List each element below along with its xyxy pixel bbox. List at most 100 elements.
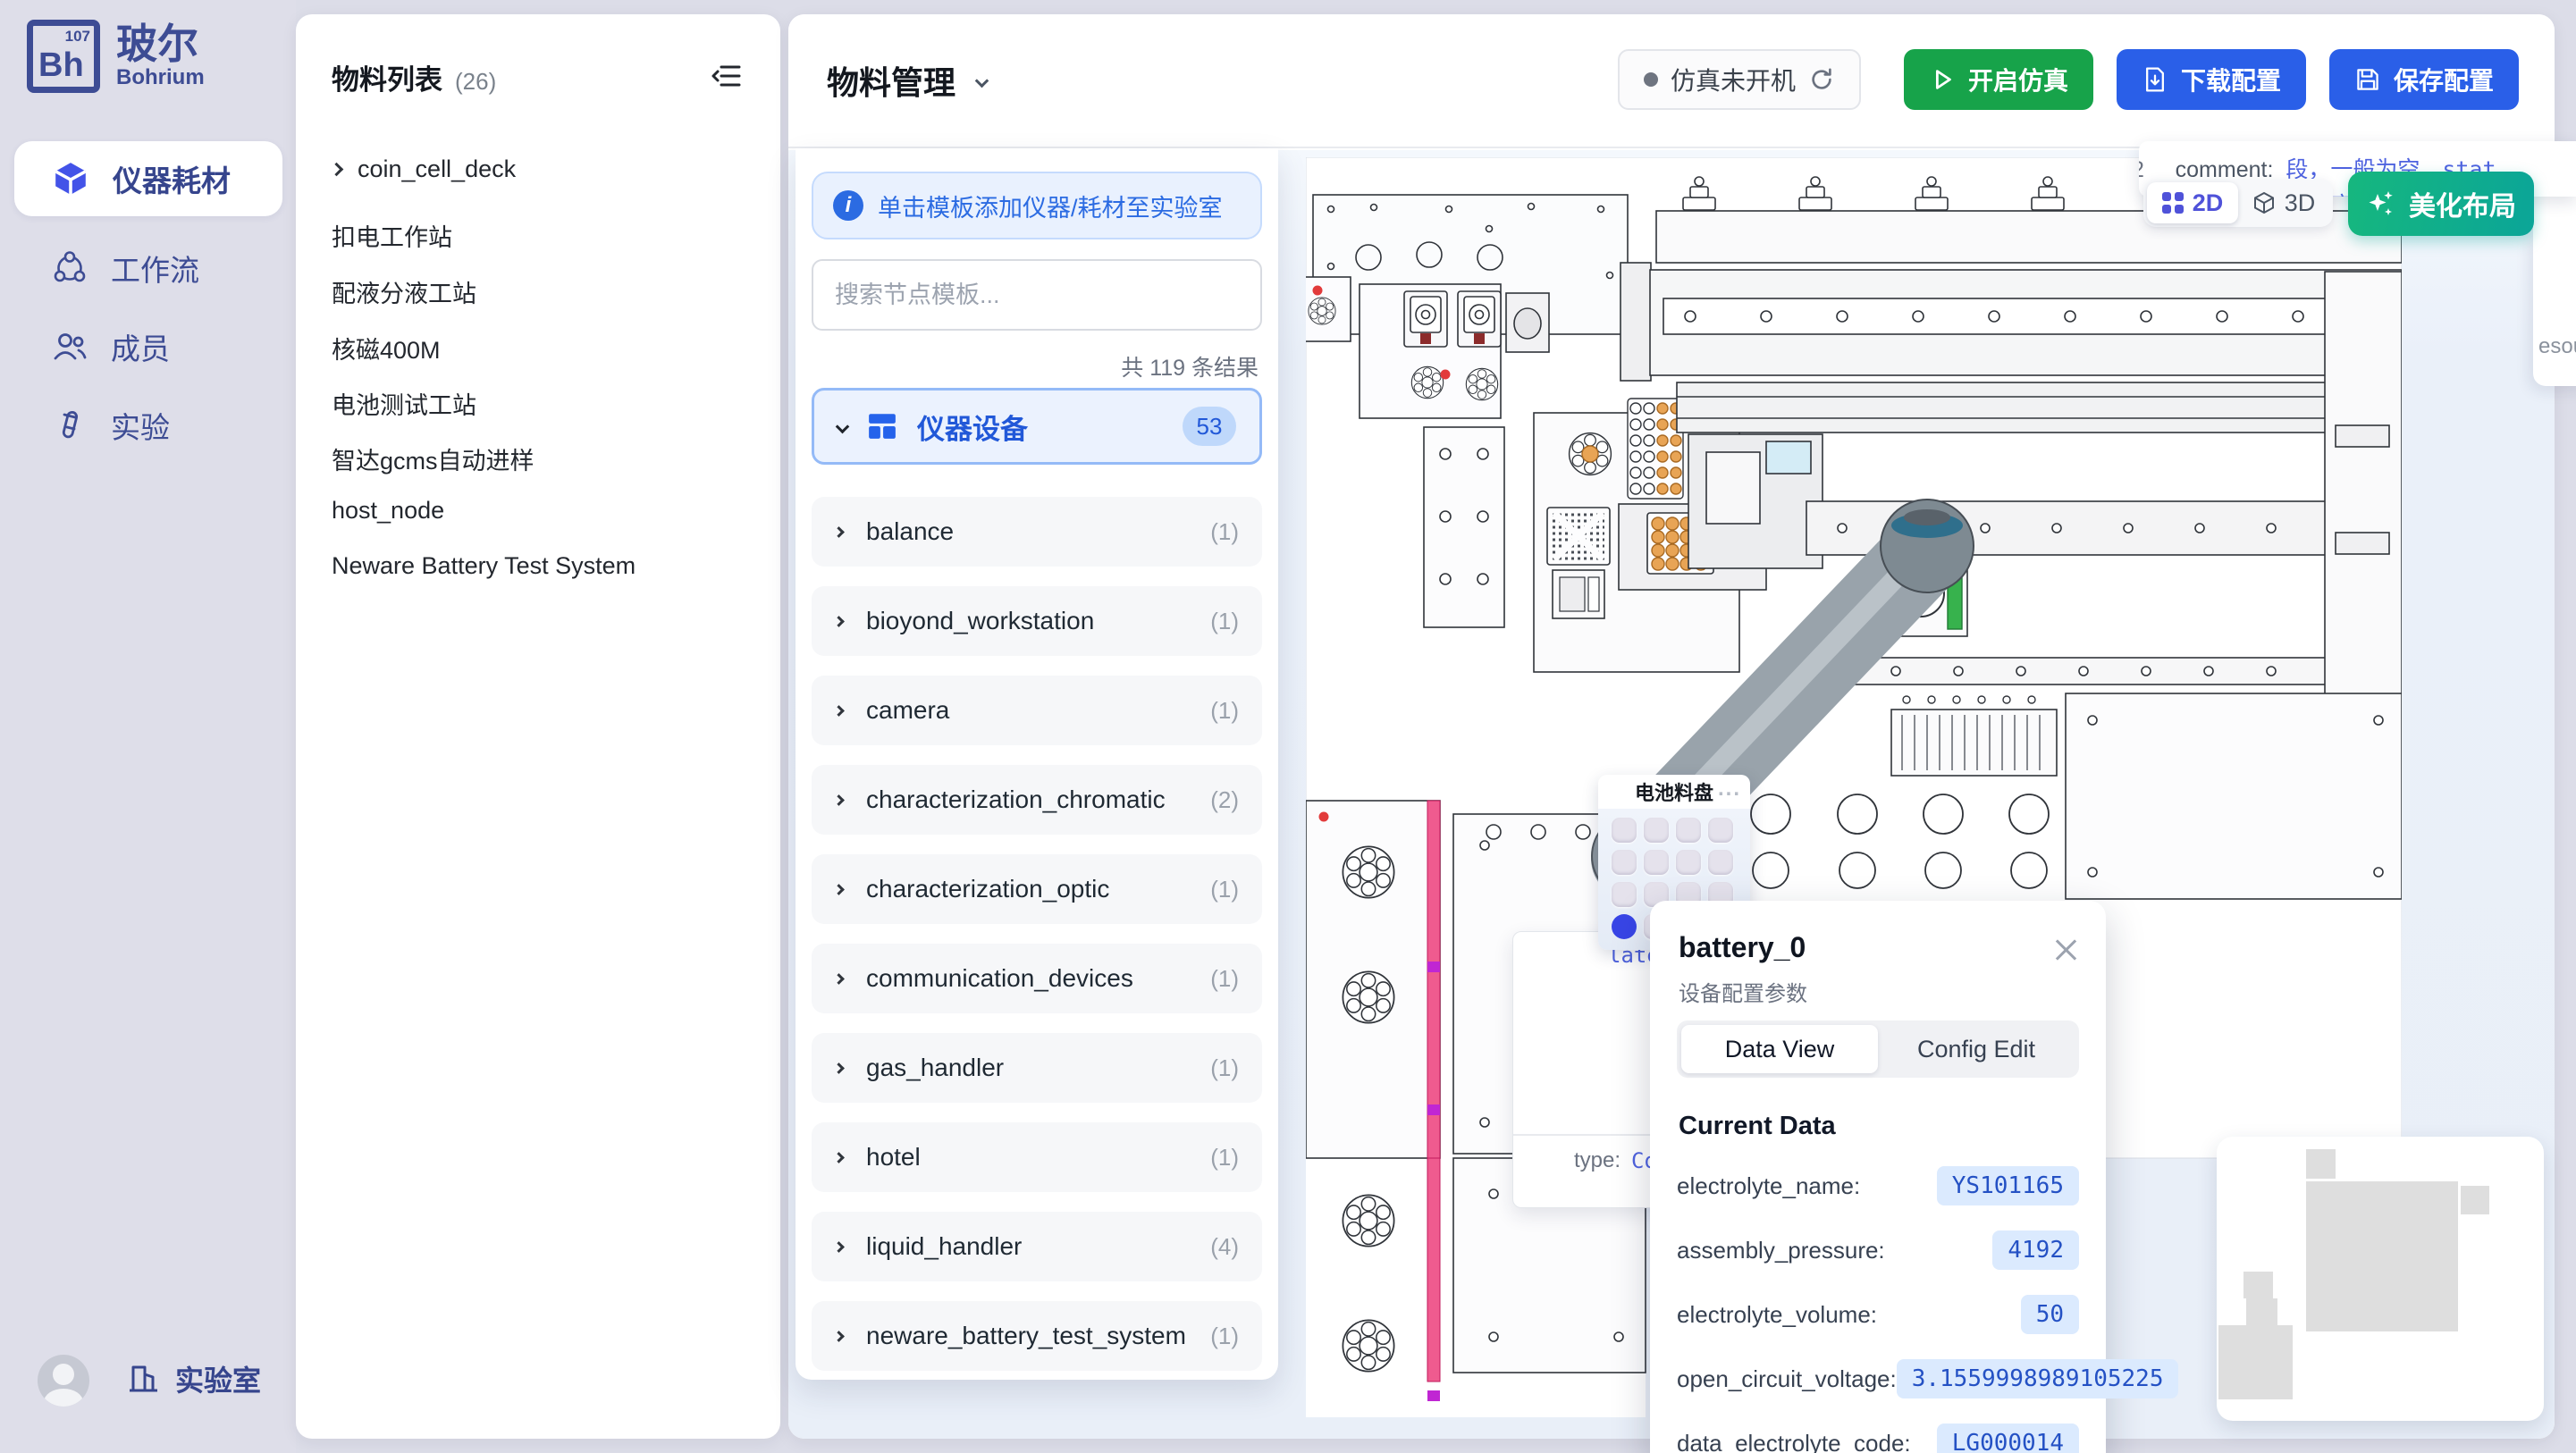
template-library-panel: i 单击模板添加仪器/耗材至实验室 共 119 条结果 仪器设备 53 bala… — [796, 148, 1278, 1380]
workflow-icon — [52, 250, 88, 286]
tray-menu-icon[interactable]: ... — [1718, 777, 1741, 802]
template-item-bioyond-workstation[interactable]: bioyond_workstation(1) — [812, 586, 1262, 656]
chevron-down-icon — [836, 419, 850, 433]
sidebar-item-instruments[interactable]: 仪器耗材 — [14, 141, 282, 216]
search-input[interactable] — [812, 259, 1262, 331]
collapse-panel-icon[interactable] — [711, 59, 745, 97]
tray-slot[interactable] — [1708, 818, 1733, 843]
material-item[interactable]: 扣电工作站 — [332, 218, 452, 253]
template-item-balance[interactable]: balance(1) — [812, 497, 1262, 567]
current-data-heading: Current Data — [1679, 1112, 1836, 1141]
material-item[interactable]: host_node — [332, 497, 444, 525]
template-item-communication-devices[interactable]: communication_devices(1) — [812, 944, 1262, 1013]
play-icon — [1929, 66, 1956, 93]
template-item-hotel[interactable]: hotel(1) — [812, 1122, 1262, 1192]
tray-slot[interactable] — [1676, 850, 1701, 875]
download-config-button[interactable]: 下载配置 — [2117, 49, 2306, 110]
info-icon: i — [833, 190, 863, 221]
material-item[interactable]: Neware Battery Test System — [332, 552, 636, 580]
cube-icon — [52, 160, 89, 197]
material-item[interactable]: 智达gcms自动进样 — [332, 441, 535, 476]
save-config-button[interactable]: 保存配置 — [2329, 49, 2519, 110]
clipped-text-fragment: esou — [2538, 334, 2576, 359]
sidebar-item-label: 实验 — [111, 404, 170, 447]
material-item[interactable]: 配液分液工站 — [332, 274, 476, 309]
start-simulation-button[interactable]: 开启仿真 — [1904, 49, 2093, 110]
tray-slot[interactable] — [1612, 850, 1637, 875]
tray-slot[interactable] — [1612, 818, 1637, 843]
bohrium-logo-icon: 107 Bh — [27, 20, 100, 93]
grid-2d-icon — [2162, 192, 2184, 214]
data-row: data_electrolyte_code: LG000014 — [1677, 1423, 2079, 1453]
tray-slot[interactable] — [1644, 818, 1669, 843]
value-badge: YS101165 — [1937, 1166, 2079, 1205]
tray-slot[interactable] — [1612, 882, 1637, 907]
material-list-title: 物料列表 — [332, 57, 442, 97]
material-item[interactable]: 核磁400M — [332, 331, 441, 365]
data-row: open_circuit_voltage: 3.1559998989105225 — [1677, 1358, 2079, 1399]
chevron-down-icon — [975, 73, 989, 88]
topbar: 物料管理 仿真未开机 开启仿真 下载配置 保存配置 — [788, 14, 2555, 148]
simulation-status-badge[interactable]: 仿真未开机 — [1618, 49, 1861, 110]
sidebar-item-workflow[interactable]: 工作流 — [14, 234, 282, 302]
toggle-2d[interactable]: 2D — [2147, 182, 2238, 223]
template-item-characterization-chromatic[interactable]: characterization_chromatic(2) — [812, 765, 1262, 835]
app-title: 玻尔 — [116, 22, 205, 65]
tray-slot[interactable] — [1708, 850, 1733, 875]
close-icon[interactable] — [2052, 936, 2079, 963]
avatar[interactable] — [38, 1355, 89, 1407]
tray-slot-selected[interactable] — [1612, 914, 1637, 939]
file-download-icon — [2142, 66, 2168, 93]
template-item-gas-handler[interactable]: gas_handler(1) — [812, 1033, 1262, 1103]
data-row: electrolyte_volume: 50 — [1677, 1294, 2079, 1335]
view-mode-toggle: 2D 3D — [2143, 179, 2333, 227]
category-count-badge: 53 — [1183, 407, 1236, 446]
material-list-panel: 物料列表 (26) coin_cell_deck 扣电工作站 配液分液工站 核磁… — [296, 14, 780, 1439]
hint-banner: i 单击模板添加仪器/耗材至实验室 — [812, 172, 1262, 239]
equipment-category-icon — [867, 411, 897, 441]
template-item-neware-battery-test-system[interactable]: neware_battery_test_system(1) — [812, 1301, 1262, 1371]
sidebar: 107 Bh 玻尔 Bohrium 仪器耗材 工作流 成员 — [0, 0, 296, 1453]
tray-title: 电池料盘 — [1635, 777, 1713, 806]
tab-data-view[interactable]: Data View — [1681, 1025, 1878, 1073]
category-instruments[interactable]: 仪器设备 53 — [812, 388, 1262, 465]
minimap-block — [2306, 1149, 2336, 1179]
app-subtitle: Bohrium — [116, 65, 205, 90]
page-title-dropdown[interactable]: 物料管理 — [827, 57, 987, 104]
value-badge: LG000014 — [1937, 1424, 2079, 1453]
popup-subtitle: 设备配置参数 — [1679, 976, 1807, 1007]
building-icon — [125, 1361, 161, 1397]
sidebar-item-members[interactable]: 成员 — [14, 313, 282, 381]
tray-slot[interactable] — [1644, 850, 1669, 875]
value-badge: 3.1559998989105225 — [1897, 1359, 2179, 1398]
lab-switcher[interactable]: 实验室 — [125, 1358, 261, 1399]
material-item-coin-cell-deck[interactable]: coin_cell_deck — [332, 155, 516, 183]
minimap-block — [2461, 1186, 2489, 1214]
beautify-layout-button[interactable]: 美化布局 — [2348, 172, 2534, 236]
data-row: assembly_pressure: 4192 — [1677, 1230, 2079, 1271]
template-item-camera[interactable]: camera(1) — [812, 676, 1262, 745]
tray-slot[interactable] — [1676, 818, 1701, 843]
sparkles-icon — [2366, 189, 2396, 219]
members-icon — [52, 329, 88, 365]
popup-tabs: Data View Config Edit — [1677, 1020, 2079, 1078]
minimap[interactable] — [2217, 1137, 2544, 1421]
value-badge: 4192 — [1992, 1230, 2079, 1270]
minimap-block — [2243, 1272, 2273, 1298]
sidebar-item-label: 工作流 — [111, 247, 199, 290]
minimap-block — [2218, 1325, 2293, 1399]
refresh-icon[interactable] — [1808, 66, 1835, 93]
lab-switcher-label: 实验室 — [175, 1358, 261, 1399]
result-count: 共 119 条结果 — [1121, 350, 1259, 382]
minimap-block — [2306, 1181, 2458, 1331]
tab-config-edit[interactable]: Config Edit — [1878, 1025, 2075, 1073]
toggle-3d[interactable]: 3D — [2238, 182, 2329, 223]
template-item-liquid-handler[interactable]: liquid_handler(4) — [812, 1212, 1262, 1281]
data-row: electrolyte_name: YS101165 — [1677, 1165, 2079, 1206]
sidebar-item-experiments[interactable]: 实验 — [14, 391, 282, 459]
device-config-popup: battery_0 设备配置参数 Data View Config Edit C… — [1650, 901, 2106, 1453]
material-item[interactable]: 电池测试工站 — [332, 386, 476, 421]
template-item-characterization-optic[interactable]: characterization_optic(1) — [812, 854, 1262, 924]
app-logo[interactable]: 107 Bh 玻尔 Bohrium — [27, 20, 205, 93]
chevron-right-icon — [330, 163, 344, 177]
